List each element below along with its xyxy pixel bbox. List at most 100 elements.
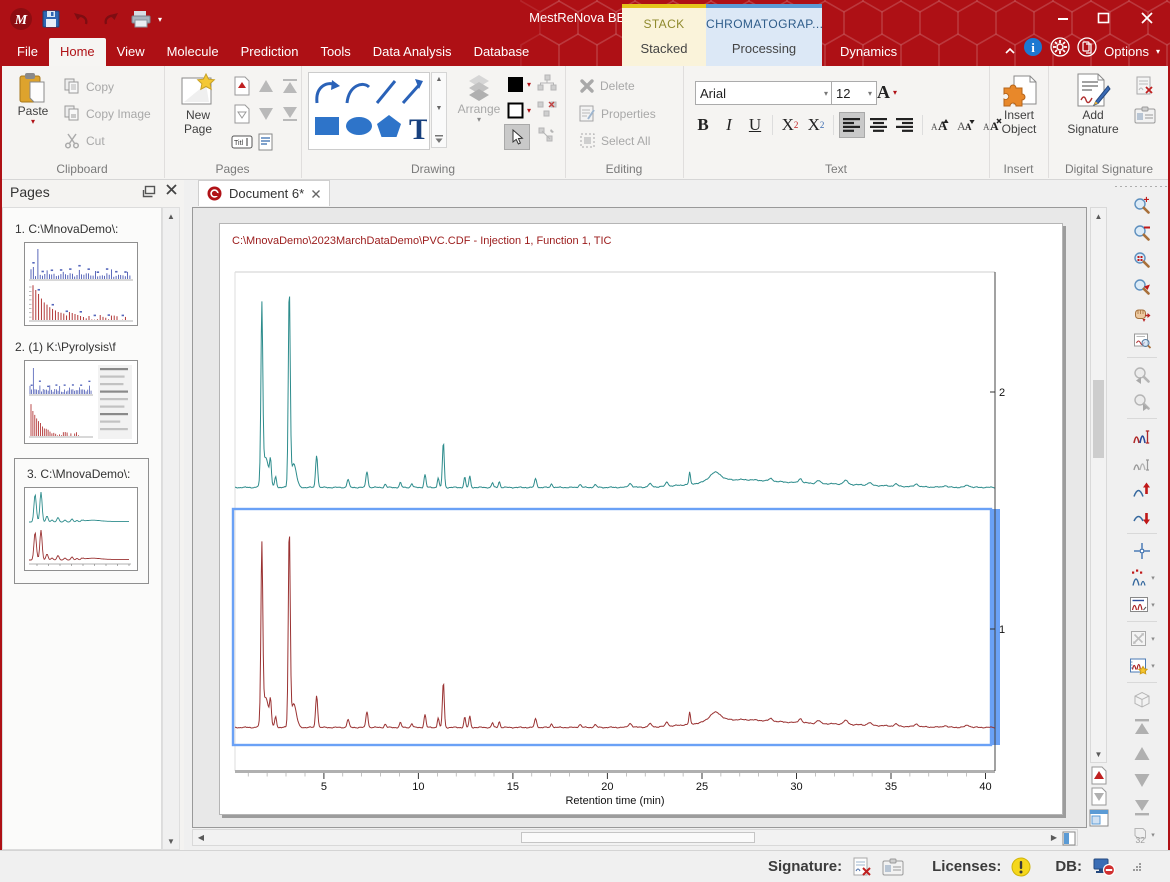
selection-cursor-tool[interactable] xyxy=(504,124,530,150)
close-panel-icon[interactable] xyxy=(165,183,178,199)
resize-grip[interactable] xyxy=(1132,862,1142,872)
zoom-out-icon[interactable] xyxy=(1125,222,1159,243)
new-page-button[interactable]: New Page xyxy=(172,72,224,136)
superscript-button[interactable]: X2 xyxy=(804,113,828,137)
subscript-button[interactable]: X2 xyxy=(778,113,802,137)
collapse-ribbon-icon[interactable] xyxy=(1004,38,1016,66)
mnova-logo-icon[interactable]: M xyxy=(8,6,34,32)
context-tab-chromatography[interactable]: CHROMATOGRAP... Processing xyxy=(706,4,822,66)
page-report-icon[interactable] xyxy=(254,130,278,154)
move-page-down-icon[interactable] xyxy=(254,102,278,126)
db-disconnected-icon[interactable] xyxy=(1092,856,1116,878)
copy-image-button[interactable]: Copy Image xyxy=(64,105,151,122)
align-right-button[interactable] xyxy=(893,113,917,137)
shapes-scroll-down-icon[interactable]: ▼ xyxy=(436,105,443,112)
menu-prediction[interactable]: Prediction xyxy=(230,38,310,66)
pages-scroll-up-icon[interactable]: ▲ xyxy=(163,210,179,222)
zoom-region-icon[interactable] xyxy=(1125,249,1159,270)
toolbar-drag-handle[interactable]: ··········· xyxy=(1115,182,1170,190)
first-page-icon[interactable] xyxy=(1125,716,1159,737)
align-nodes-icon[interactable] xyxy=(537,74,557,92)
fit-resize-icon[interactable]: ▾ xyxy=(1125,628,1159,649)
menu-data-analysis[interactable]: Data Analysis xyxy=(362,38,463,66)
move-page-up-icon[interactable] xyxy=(254,74,278,98)
print-icon[interactable] xyxy=(128,6,154,32)
menu-home[interactable]: Home xyxy=(49,38,106,66)
page-thumbnail-item-2[interactable]: 2. (1) K:\Pyrolysis\f xyxy=(15,340,147,444)
menu-dynamics[interactable]: Dynamics xyxy=(840,38,897,66)
view-forward-icon[interactable] xyxy=(1125,391,1159,412)
move-page-last-icon[interactable] xyxy=(230,102,254,126)
scroll-down-icon[interactable]: ▼ xyxy=(1091,747,1106,761)
pages-scroll-down-icon[interactable]: ▼ xyxy=(163,835,179,847)
shrink-font-button[interactable]: AA xyxy=(954,113,978,137)
horizontal-scrollbar[interactable]: ◀ ▶ xyxy=(192,829,1078,846)
page-thumbnail-item-1[interactable]: 1. C:\MnovaDemo\: xyxy=(15,222,147,326)
print-dropdown-caret[interactable]: ▾ xyxy=(158,15,162,24)
page-item-thumbnail[interactable] xyxy=(24,487,138,571)
move-page-bottom-icon[interactable] xyxy=(278,102,302,126)
options-menu[interactable]: Options xyxy=(1104,38,1149,66)
clipboard-history-icon[interactable] xyxy=(1077,37,1097,67)
remove-signature-icon[interactable] xyxy=(1135,76,1155,96)
maximize-button[interactable] xyxy=(1088,6,1118,30)
context-tab-stack[interactable]: STACK Stacked xyxy=(622,4,706,66)
page-thumbnail-item-3[interactable]: 3. C:\MnovaDemo\: xyxy=(14,458,149,584)
zoom-select-icon[interactable] xyxy=(1125,276,1159,297)
page-zoom-icon[interactable] xyxy=(1125,330,1159,351)
pan-icon[interactable] xyxy=(1125,303,1159,324)
underline-button[interactable]: U xyxy=(743,113,767,137)
float-panel-icon[interactable] xyxy=(142,185,156,201)
cut-button[interactable]: Cut xyxy=(64,132,105,149)
font-size-select[interactable]: 12▾ xyxy=(831,81,877,105)
menu-file[interactable]: File xyxy=(6,38,49,66)
redo-icon[interactable] xyxy=(98,6,124,32)
menu-stacked[interactable]: Stacked xyxy=(622,41,706,56)
fill-color-button[interactable]: ▾ xyxy=(507,76,531,93)
horizontal-scroll-thumb[interactable] xyxy=(521,832,755,843)
minimize-button[interactable] xyxy=(1048,6,1078,30)
stack-scale-icon[interactable] xyxy=(1125,425,1159,446)
scroll-left-icon[interactable]: ◀ xyxy=(194,830,208,845)
vertical-scroll-thumb[interactable] xyxy=(1093,380,1104,458)
scroll-up-icon[interactable]: ▲ xyxy=(1091,209,1106,223)
shapes-scroll-up-icon[interactable]: ▲ xyxy=(436,76,443,83)
move-page-first-icon[interactable] xyxy=(230,74,254,98)
settings-gear-icon[interactable] xyxy=(1050,37,1070,67)
menu-tools[interactable]: Tools xyxy=(309,38,361,66)
italic-button[interactable]: I xyxy=(717,113,741,137)
last-page-icon[interactable] xyxy=(1125,797,1159,818)
bold-button[interactable]: B xyxy=(691,113,715,137)
undo-icon[interactable] xyxy=(68,6,94,32)
document-tab[interactable]: Document 6* xyxy=(198,180,330,206)
shapes-expand-icon[interactable] xyxy=(434,134,444,144)
page-down-icon[interactable] xyxy=(1125,770,1159,791)
previous-page-button[interactable] xyxy=(1090,766,1108,785)
page-title-icon[interactable]: Titl xyxy=(230,130,254,154)
menu-view[interactable]: View xyxy=(106,38,156,66)
stack-scale-off-icon[interactable] xyxy=(1125,452,1159,473)
document-page[interactable]: C:\MnovaDemo\2023MarchDataDemo\PVC.CDF -… xyxy=(219,223,1063,815)
zoom-in-icon[interactable]: + xyxy=(1125,195,1159,216)
delete-nodes-icon[interactable] xyxy=(537,100,557,118)
paste-button[interactable]: Paste ▾ xyxy=(10,72,56,126)
grow-font-button[interactable]: AA xyxy=(928,113,952,137)
fit-page-button[interactable] xyxy=(1089,808,1109,828)
signature-id-status-icon[interactable] xyxy=(882,858,904,876)
intensity-up-icon[interactable] xyxy=(1125,479,1159,500)
crosshair-icon[interactable] xyxy=(1125,540,1159,561)
page-up-icon[interactable] xyxy=(1125,743,1159,764)
next-page-button[interactable] xyxy=(1090,787,1108,806)
vertical-scrollbar[interactable]: ▲ ▼ xyxy=(1090,207,1107,763)
cube-icon[interactable] xyxy=(1125,689,1159,710)
edit-nodes-icon[interactable] xyxy=(537,126,557,144)
drawing-shapes-palette[interactable]: T xyxy=(308,72,430,150)
page-item-thumbnail[interactable] xyxy=(24,242,138,326)
menu-molecule[interactable]: Molecule xyxy=(156,38,230,66)
close-tab-icon[interactable] xyxy=(311,189,321,199)
add-signature-button[interactable]: Add Signature xyxy=(1062,72,1124,136)
document-canvas[interactable]: C:\MnovaDemo\2023MarchDataDemo\PVC.CDF -… xyxy=(192,207,1087,828)
copy-button[interactable]: Copy xyxy=(64,78,114,95)
page-item-thumbnail[interactable] xyxy=(24,360,138,444)
integration-icon[interactable]: ▾ xyxy=(1125,594,1159,615)
